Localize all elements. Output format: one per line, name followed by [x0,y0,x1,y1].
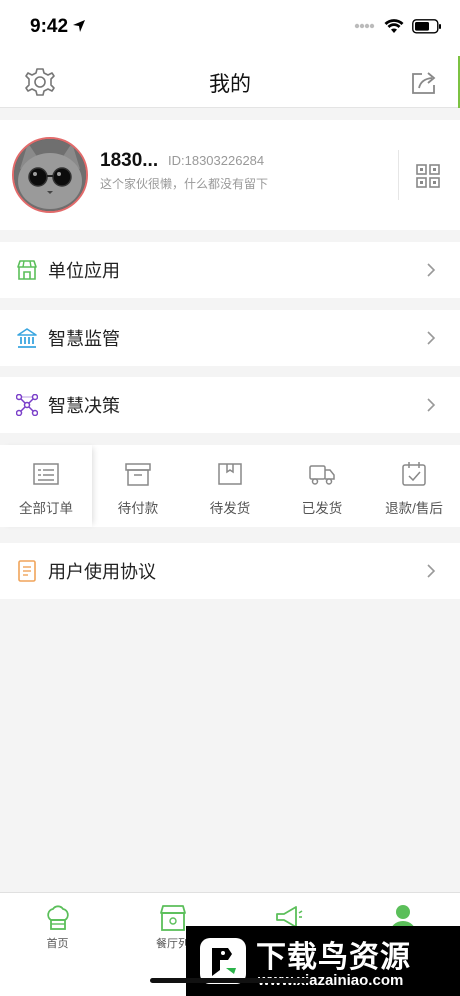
restaurant-icon [159,905,186,931]
order-label: 待发货 [209,501,251,516]
menu-label: 智慧监管 [48,329,120,349]
menu-label: 单位应用 [48,261,120,281]
wallet-icon [125,463,151,486]
cat-avatar-icon [14,139,86,211]
menu-item-unit-apps[interactable]: 单位应用 [0,242,460,298]
menu-item-smart-decision[interactable]: 智慧决策 [0,377,460,433]
home-indicator [150,978,310,983]
document-icon [18,560,36,582]
chevron-right-icon [427,331,436,345]
status-icons [354,18,442,34]
nav-bar: 我的 [0,56,460,108]
menu-label: 智慧决策 [48,396,120,416]
battery-icon [412,18,441,34]
watermark-title: 下载鸟资源 [256,941,411,974]
profile-divider [398,150,399,200]
menu-item-user-agreement[interactable]: 用户使用协议 [0,543,460,599]
status-time: 9:42 [30,16,69,37]
package-icon [218,463,242,485]
watermark: 下载鸟资源 www.xiazainiao.com [186,926,460,996]
status-bar: 9:42 [0,0,460,56]
wifi-icon [384,19,404,33]
network-icon [16,394,38,416]
user-name: 1830... [100,150,159,171]
order-all[interactable]: 全部订单 [0,445,92,527]
order-pending-shipment[interactable]: 待发货 [184,445,276,527]
truck-icon [309,465,335,485]
tab-label: 首页 [46,938,69,950]
user-bio: 这个家伙很懒，什么都没有留下 [100,177,269,191]
user-id: ID:18303226284 [168,153,265,168]
profile-card[interactable]: 1830... ID:18303226284 这个家伙很懒，什么都没有留下 [0,120,460,230]
chevron-right-icon [427,263,436,277]
order-status-bar: 全部订单 待付款 待发货 已发货 退款/售后 [0,445,460,527]
page-title: 我的 [209,73,251,96]
order-label: 已发货 [301,501,343,516]
tab-home[interactable]: 首页 [0,893,115,996]
list-icon [33,463,59,485]
qr-code-icon[interactable] [416,164,440,188]
order-shipped[interactable]: 已发货 [276,445,368,527]
calendar-check-icon [402,462,426,486]
signal-dots-icon [354,23,375,29]
share-icon[interactable] [410,68,438,96]
avatar[interactable] [12,137,88,213]
menu-label: 用户使用协议 [48,562,156,582]
chevron-right-icon [427,398,436,412]
chef-hat-icon [46,905,69,930]
menu-item-smart-supervision[interactable]: 智慧监管 [0,310,460,366]
order-label: 全部订单 [19,501,73,516]
order-label: 退款/售后 [385,501,443,516]
order-label: 待付款 [117,501,159,516]
location-arrow-icon [73,20,85,32]
bank-icon [17,328,37,348]
chevron-right-icon [427,564,436,578]
order-refund[interactable]: 退款/售后 [368,445,460,527]
order-pending-payment[interactable]: 待付款 [92,445,184,527]
store-icon [17,260,37,280]
